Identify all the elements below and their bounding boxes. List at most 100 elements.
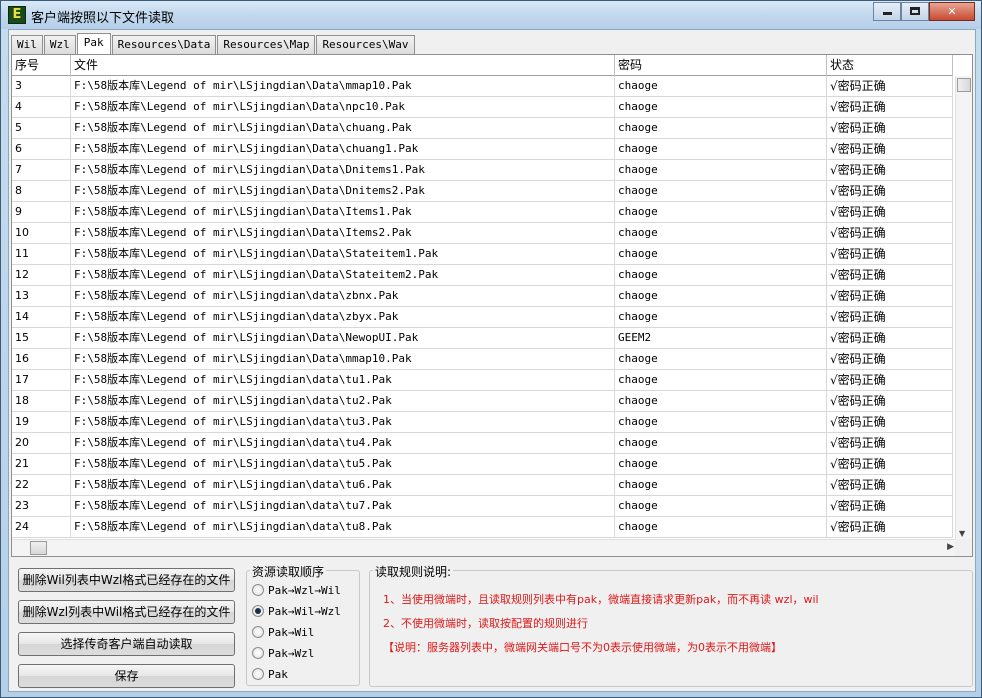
minimize-button[interactable] <box>873 2 901 21</box>
cell-password: chaoge <box>615 265 827 285</box>
cell-password: chaoge <box>615 181 827 201</box>
cell-status: √密码正确 <box>827 286 953 306</box>
maximize-button[interactable] <box>901 2 929 21</box>
save-button[interactable]: 保存 <box>18 664 235 688</box>
cell-file-path: F:\58版本库\Legend of mir\LSjingdian\Data\D… <box>71 181 615 201</box>
table-row[interactable]: 23 F:\58版本库\Legend of mir\LSjingdian\data… <box>12 496 953 517</box>
radio-icon[interactable] <box>252 626 264 638</box>
cell-password: chaoge <box>615 454 827 474</box>
table-row[interactable]: 8 F:\58版本库\Legend of mir\LSjingdian\Data\… <box>12 181 953 202</box>
delete-wzl-duplicates-button[interactable]: 删除Wzl列表中Wil格式已经存在的文件 <box>18 600 235 624</box>
radio-selected-icon[interactable] <box>252 605 264 617</box>
table-row[interactable]: 5 F:\58版本库\Legend of mir\LSjingdian\Data\… <box>12 118 953 139</box>
tab-resources-map[interactable]: Resources\Map <box>217 35 316 54</box>
scroll-right-arrow-icon[interactable]: ▶ <box>947 542 954 552</box>
cell-password: chaoge <box>615 97 827 117</box>
cell-index: 11 <box>12 244 71 264</box>
table-row[interactable]: 4 F:\58版本库\Legend of mir\LSjingdian\Data\… <box>12 97 953 118</box>
table-row[interactable]: 3 F:\58版本库\Legend of mir\LSjingdian\Data\… <box>12 76 953 97</box>
table-row[interactable]: 14 F:\58版本库\Legend of mir\LSjingdian\data… <box>12 307 953 328</box>
table-row[interactable]: 11 F:\58版本库\Legend of mir\LSjingdian\Data… <box>12 244 953 265</box>
cell-password: chaoge <box>615 475 827 495</box>
cell-status: √密码正确 <box>827 454 953 474</box>
cell-file-path: F:\58版本库\Legend of mir\LSjingdian\data\t… <box>71 412 615 432</box>
close-button[interactable]: ✕ <box>929 2 975 21</box>
table-row[interactable]: 20 F:\58版本库\Legend of mir\LSjingdian\data… <box>12 433 953 454</box>
tab-resources-data[interactable]: Resources\Data <box>111 35 217 54</box>
cell-file-path: F:\58版本库\Legend of mir\LSjingdian\data\t… <box>71 370 615 390</box>
grid-body: 3 F:\58版本库\Legend of mir\LSjingdian\Data\… <box>12 76 953 538</box>
horizontal-scroll-thumb[interactable] <box>30 541 47 555</box>
cell-file-path: F:\58版本库\Legend of mir\LSjingdian\data\t… <box>71 391 615 411</box>
cell-password: chaoge <box>615 244 827 264</box>
auto-read-client-button[interactable]: 选择传奇客户端自动读取 <box>18 632 235 656</box>
radio-label: Pak <box>268 667 288 681</box>
action-button-panel: 删除Wil列表中Wzl格式已经存在的文件 删除Wzl列表中Wil格式已经存在的文… <box>11 560 243 690</box>
cell-index: 16 <box>12 349 71 369</box>
cell-index: 14 <box>12 307 71 327</box>
tab-pak[interactable]: Pak <box>76 33 111 55</box>
cell-file-path: F:\58版本库\Legend of mir\LSjingdian\data\t… <box>71 475 615 495</box>
cell-password: chaoge <box>615 433 827 453</box>
cell-status: √密码正确 <box>827 244 953 264</box>
cell-status: √密码正确 <box>827 433 953 453</box>
tab-resources-wav[interactable]: Resources\Wav <box>316 35 415 54</box>
cell-index: 18 <box>12 391 71 411</box>
cell-status: √密码正确 <box>827 370 953 390</box>
radio-icon[interactable] <box>252 668 264 680</box>
column-header-password[interactable]: 密码 <box>615 55 827 76</box>
cell-status: √密码正确 <box>827 328 953 348</box>
cell-index: 9 <box>12 202 71 222</box>
cell-status: √密码正确 <box>827 391 953 411</box>
table-row[interactable]: 18 F:\58版本库\Legend of mir\LSjingdian\data… <box>12 391 953 412</box>
cell-index: 17 <box>12 370 71 390</box>
table-row[interactable]: 6 F:\58版本库\Legend of mir\LSjingdian\Data\… <box>12 139 953 160</box>
delete-wil-duplicates-button[interactable]: 删除Wil列表中Wzl格式已经存在的文件 <box>18 568 235 592</box>
cell-status: √密码正确 <box>827 97 953 117</box>
table-row[interactable]: 15 F:\58版本库\Legend of mir\LSjingdian\Data… <box>12 328 953 349</box>
radio-icon[interactable] <box>252 647 264 659</box>
table-row[interactable]: 21 F:\58版本库\Legend of mir\LSjingdian\data… <box>12 454 953 475</box>
cell-file-path: F:\58版本库\Legend of mir\LSjingdian\data\t… <box>71 454 615 474</box>
read-order-option[interactable]: Pak <box>252 665 288 683</box>
cell-status: √密码正确 <box>827 475 953 495</box>
read-order-title: 资源读取顺序 <box>250 563 327 580</box>
cell-file-path: F:\58版本库\Legend of mir\LSjingdian\Data\N… <box>71 328 615 348</box>
cell-status: √密码正确 <box>827 412 953 432</box>
table-row[interactable]: 16 F:\58版本库\Legend of mir\LSjingdian\Data… <box>12 349 953 370</box>
cell-password: chaoge <box>615 517 827 537</box>
title-bar[interactable]: E 客户端按照以下文件读取 ✕ <box>1 1 981 29</box>
cell-file-path: F:\58版本库\Legend of mir\LSjingdian\data\z… <box>71 286 615 306</box>
table-row[interactable]: 24 F:\58版本库\Legend of mir\LSjingdian\data… <box>12 517 953 538</box>
table-row[interactable]: 13 F:\58版本库\Legend of mir\LSjingdian\data… <box>12 286 953 307</box>
table-row[interactable]: 10 F:\58版本库\Legend of mir\LSjingdian\Data… <box>12 223 953 244</box>
column-header-status[interactable]: 状态 <box>827 55 953 76</box>
read-order-option[interactable]: Pak→Wil→Wzl <box>252 602 341 620</box>
vertical-scrollbar[interactable]: ▼ <box>955 76 972 540</box>
column-header-file[interactable]: 文件 <box>71 55 615 76</box>
rule-line-2: 2、不使用微端时，读取按配置的规则进行 <box>383 617 588 630</box>
file-grid[interactable]: 序号 文件 密码 状态 3 F:\58版本库\Legend of mir\LSji… <box>11 54 973 557</box>
table-row[interactable]: 9 F:\58版本库\Legend of mir\LSjingdian\Data\… <box>12 202 953 223</box>
cell-password: chaoge <box>615 370 827 390</box>
column-header-index[interactable]: 序号 <box>12 55 71 76</box>
scroll-down-arrow-icon[interactable]: ▼ <box>959 529 965 538</box>
cell-index: 7 <box>12 160 71 180</box>
read-order-option[interactable]: Pak→Wil <box>252 623 314 641</box>
vertical-scroll-thumb[interactable] <box>957 78 971 92</box>
table-row[interactable]: 17 F:\58版本库\Legend of mir\LSjingdian\data… <box>12 370 953 391</box>
horizontal-scrollbar[interactable]: ▶ <box>12 539 957 556</box>
table-row[interactable]: 7 F:\58版本库\Legend of mir\LSjingdian\Data\… <box>12 160 953 181</box>
read-order-option[interactable]: Pak→Wzl <box>252 644 314 662</box>
cell-password: chaoge <box>615 160 827 180</box>
radio-icon[interactable] <box>252 584 264 596</box>
cell-file-path: F:\58版本库\Legend of mir\LSjingdian\data\t… <box>71 496 615 516</box>
minimize-icon <box>882 12 892 15</box>
read-order-option[interactable]: Pak→Wzl→Wil <box>252 581 341 599</box>
table-row[interactable]: 22 F:\58版本库\Legend of mir\LSjingdian\data… <box>12 475 953 496</box>
table-row[interactable]: 19 F:\58版本库\Legend of mir\LSjingdian\data… <box>12 412 953 433</box>
cell-status: √密码正确 <box>827 76 953 96</box>
tab-wzl[interactable]: Wzl <box>43 35 76 54</box>
tab-wil[interactable]: Wil <box>11 35 43 54</box>
table-row[interactable]: 12 F:\58版本库\Legend of mir\LSjingdian\Data… <box>12 265 953 286</box>
